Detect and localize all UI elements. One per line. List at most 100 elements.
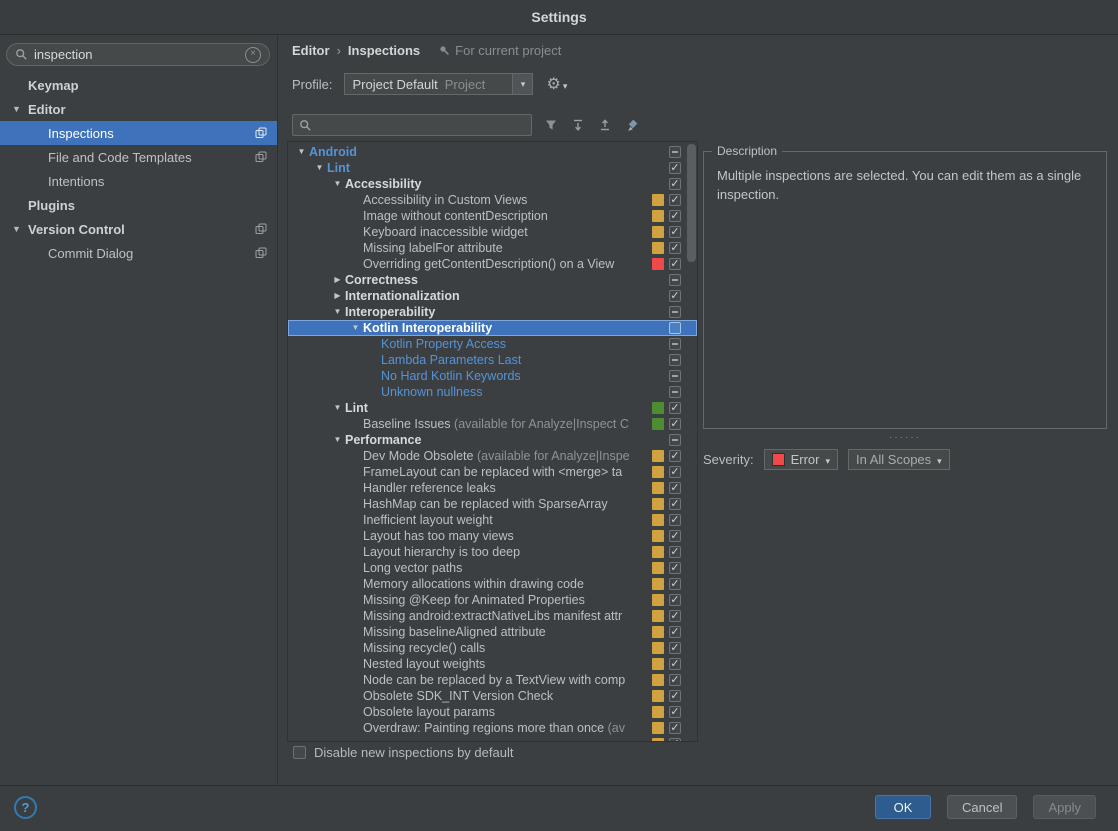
profile-actions-button[interactable] (546, 74, 567, 94)
inspection-row-row[interactable] (288, 736, 697, 741)
splitter-grip[interactable] (703, 432, 1107, 443)
inspections-filter-field[interactable] (292, 114, 532, 136)
inspection-checkbox[interactable] (669, 274, 681, 286)
inspection-row-lambda-parameters-last[interactable]: Lambda Parameters Last (288, 352, 697, 368)
inspection-checkbox[interactable] (669, 354, 681, 366)
inspection-checkbox[interactable] (669, 322, 681, 334)
inspection-row-missing-android-extractnativelibs-manifest-attr[interactable]: Missing android:extractNativeLibs manife… (288, 608, 697, 624)
inspection-row-interoperability[interactable]: ▼ Interoperability (288, 304, 697, 320)
inspection-row-accessibility-in-custom-views[interactable]: Accessibility in Custom Views (288, 192, 697, 208)
inspection-checkbox[interactable] (669, 592, 681, 608)
inspection-checkbox[interactable] (669, 386, 681, 398)
inspection-row-node-can-be-replaced-by-a-textview-with-comp[interactable]: Node can be replaced by a TextView with … (288, 672, 697, 688)
inspection-checkbox[interactable] (669, 448, 681, 464)
inspection-row-framelayout-can-be-replaced-with-merge-ta[interactable]: FrameLayout can be replaced with <merge>… (288, 464, 697, 480)
inspection-checkbox[interactable] (669, 160, 681, 176)
sidebar-item-plugins[interactable]: Plugins (0, 193, 277, 217)
inspection-checkbox[interactable] (669, 338, 681, 350)
inspection-row-baseline-issues[interactable]: Baseline Issues (available for Analyze|I… (288, 416, 697, 432)
apply-button[interactable]: Apply (1033, 795, 1096, 819)
inspection-checkbox[interactable] (669, 464, 681, 480)
breadcrumb-editor[interactable]: Editor (292, 43, 330, 58)
inspection-row-kotlin-property-access[interactable]: Kotlin Property Access (288, 336, 697, 352)
cancel-button[interactable]: Cancel (947, 795, 1018, 819)
sidebar-item-version-control[interactable]: ▼ Version Control (0, 217, 277, 241)
profile-combobox[interactable]: Project Default Project (344, 73, 534, 95)
inspection-row-keyboard-inaccessible-widget[interactable]: Keyboard inaccessible widget (288, 224, 697, 240)
inspection-row-lint[interactable]: ▼ Lint (288, 160, 697, 176)
settings-search-input[interactable] (34, 47, 239, 62)
inspection-checkbox[interactable] (669, 512, 681, 528)
inspection-checkbox[interactable] (669, 176, 681, 192)
inspection-checkbox[interactable] (669, 416, 681, 432)
inspection-checkbox[interactable] (669, 192, 681, 208)
inspection-row-missing-labelfor-attribute[interactable]: Missing labelFor attribute (288, 240, 697, 256)
scope-combobox[interactable]: In All Scopes (848, 449, 950, 470)
disable-new-inspections-checkbox[interactable] (293, 746, 306, 759)
inspection-checkbox[interactable] (669, 704, 681, 720)
inspection-row-unknown-nullness[interactable]: Unknown nullness (288, 384, 697, 400)
chevron-down-icon[interactable]: ▼ (348, 320, 363, 336)
inspection-checkbox[interactable] (669, 640, 681, 656)
severity-combobox[interactable]: Error (763, 449, 838, 470)
filter-icon[interactable] (543, 117, 559, 133)
inspection-checkbox[interactable] (669, 288, 681, 304)
settings-search-field[interactable]: × (6, 43, 270, 66)
chevron-down-icon[interactable]: ▼ (312, 160, 327, 176)
reset-icon[interactable] (624, 117, 640, 133)
inspection-checkbox[interactable] (669, 240, 681, 256)
chevron-right-icon[interactable]: ▶ (330, 288, 345, 304)
inspection-row-layout-has-too-many-views[interactable]: Layout has too many views (288, 528, 697, 544)
inspection-row-dev-mode-obsolete[interactable]: Dev Mode Obsolete (available for Analyze… (288, 448, 697, 464)
inspection-row-internationalization[interactable]: ▶ Internationalization (288, 288, 697, 304)
chevron-down-icon[interactable]: ▼ (12, 224, 21, 234)
inspection-row-android[interactable]: ▼ Android (288, 144, 697, 160)
inspection-checkbox[interactable] (669, 544, 681, 560)
ok-button[interactable]: OK (875, 795, 931, 819)
inspection-checkbox[interactable] (669, 224, 681, 240)
chevron-down-icon[interactable]: ▼ (330, 432, 345, 448)
inspection-row-overdraw-painting-regions-more-than-once[interactable]: Overdraw: Painting regions more than onc… (288, 720, 697, 736)
inspection-row-missing-recycle-calls[interactable]: Missing recycle() calls (288, 640, 697, 656)
profile-dropdown-button[interactable] (512, 74, 533, 94)
inspection-row-memory-allocations-within-drawing-code[interactable]: Memory allocations within drawing code (288, 576, 697, 592)
inspection-checkbox[interactable] (669, 146, 681, 158)
sidebar-item-keymap[interactable]: Keymap (0, 73, 277, 97)
inspection-row-missing-baselinealigned-attribute[interactable]: Missing baselineAligned attribute (288, 624, 697, 640)
tree-scrollbar[interactable] (686, 142, 697, 741)
inspection-row-handler-reference-leaks[interactable]: Handler reference leaks (288, 480, 697, 496)
inspection-row-no-hard-kotlin-keywords[interactable]: No Hard Kotlin Keywords (288, 368, 697, 384)
inspection-row-obsolete-sdk-int-version-check[interactable]: Obsolete SDK_INT Version Check (288, 688, 697, 704)
collapse-all-icon[interactable] (597, 117, 613, 133)
inspection-checkbox[interactable] (669, 256, 681, 272)
chevron-right-icon[interactable]: ▶ (330, 272, 345, 288)
help-icon[interactable]: ? (14, 796, 37, 819)
inspection-row-accessibility[interactable]: ▼ Accessibility (288, 176, 697, 192)
inspection-checkbox[interactable] (669, 496, 681, 512)
inspection-checkbox[interactable] (669, 656, 681, 672)
inspection-row-performance[interactable]: ▼ Performance (288, 432, 697, 448)
inspection-checkbox[interactable] (669, 434, 681, 446)
inspection-checkbox[interactable] (669, 576, 681, 592)
inspection-checkbox[interactable] (669, 688, 681, 704)
tree-scrollbar-thumb[interactable] (687, 144, 696, 262)
expand-all-icon[interactable] (570, 117, 586, 133)
inspection-row-nested-layout-weights[interactable]: Nested layout weights (288, 656, 697, 672)
inspection-row-lint[interactable]: ▼ Lint (288, 400, 697, 416)
chevron-down-icon[interactable]: ▼ (12, 104, 21, 114)
chevron-down-icon[interactable]: ▼ (330, 304, 345, 320)
clear-search-icon[interactable]: × (245, 46, 261, 63)
inspection-row-inefficient-layout-weight[interactable]: Inefficient layout weight (288, 512, 697, 528)
inspection-checkbox[interactable] (669, 608, 681, 624)
inspection-checkbox[interactable] (669, 736, 681, 741)
inspection-row-missing-keep-for-animated-properties[interactable]: Missing @Keep for Animated Properties (288, 592, 697, 608)
inspection-checkbox[interactable] (669, 370, 681, 382)
inspection-row-layout-hierarchy-is-too-deep[interactable]: Layout hierarchy is too deep (288, 544, 697, 560)
inspection-row-long-vector-paths[interactable]: Long vector paths (288, 560, 697, 576)
inspection-checkbox[interactable] (669, 720, 681, 736)
chevron-down-icon[interactable]: ▼ (294, 144, 309, 160)
inspection-checkbox[interactable] (669, 208, 681, 224)
inspection-checkbox[interactable] (669, 480, 681, 496)
inspection-row-overriding-getcontentdescription-on-a-view[interactable]: Overriding getContentDescription() on a … (288, 256, 697, 272)
sidebar-item-commit-dialog[interactable]: Commit Dialog (0, 241, 277, 265)
